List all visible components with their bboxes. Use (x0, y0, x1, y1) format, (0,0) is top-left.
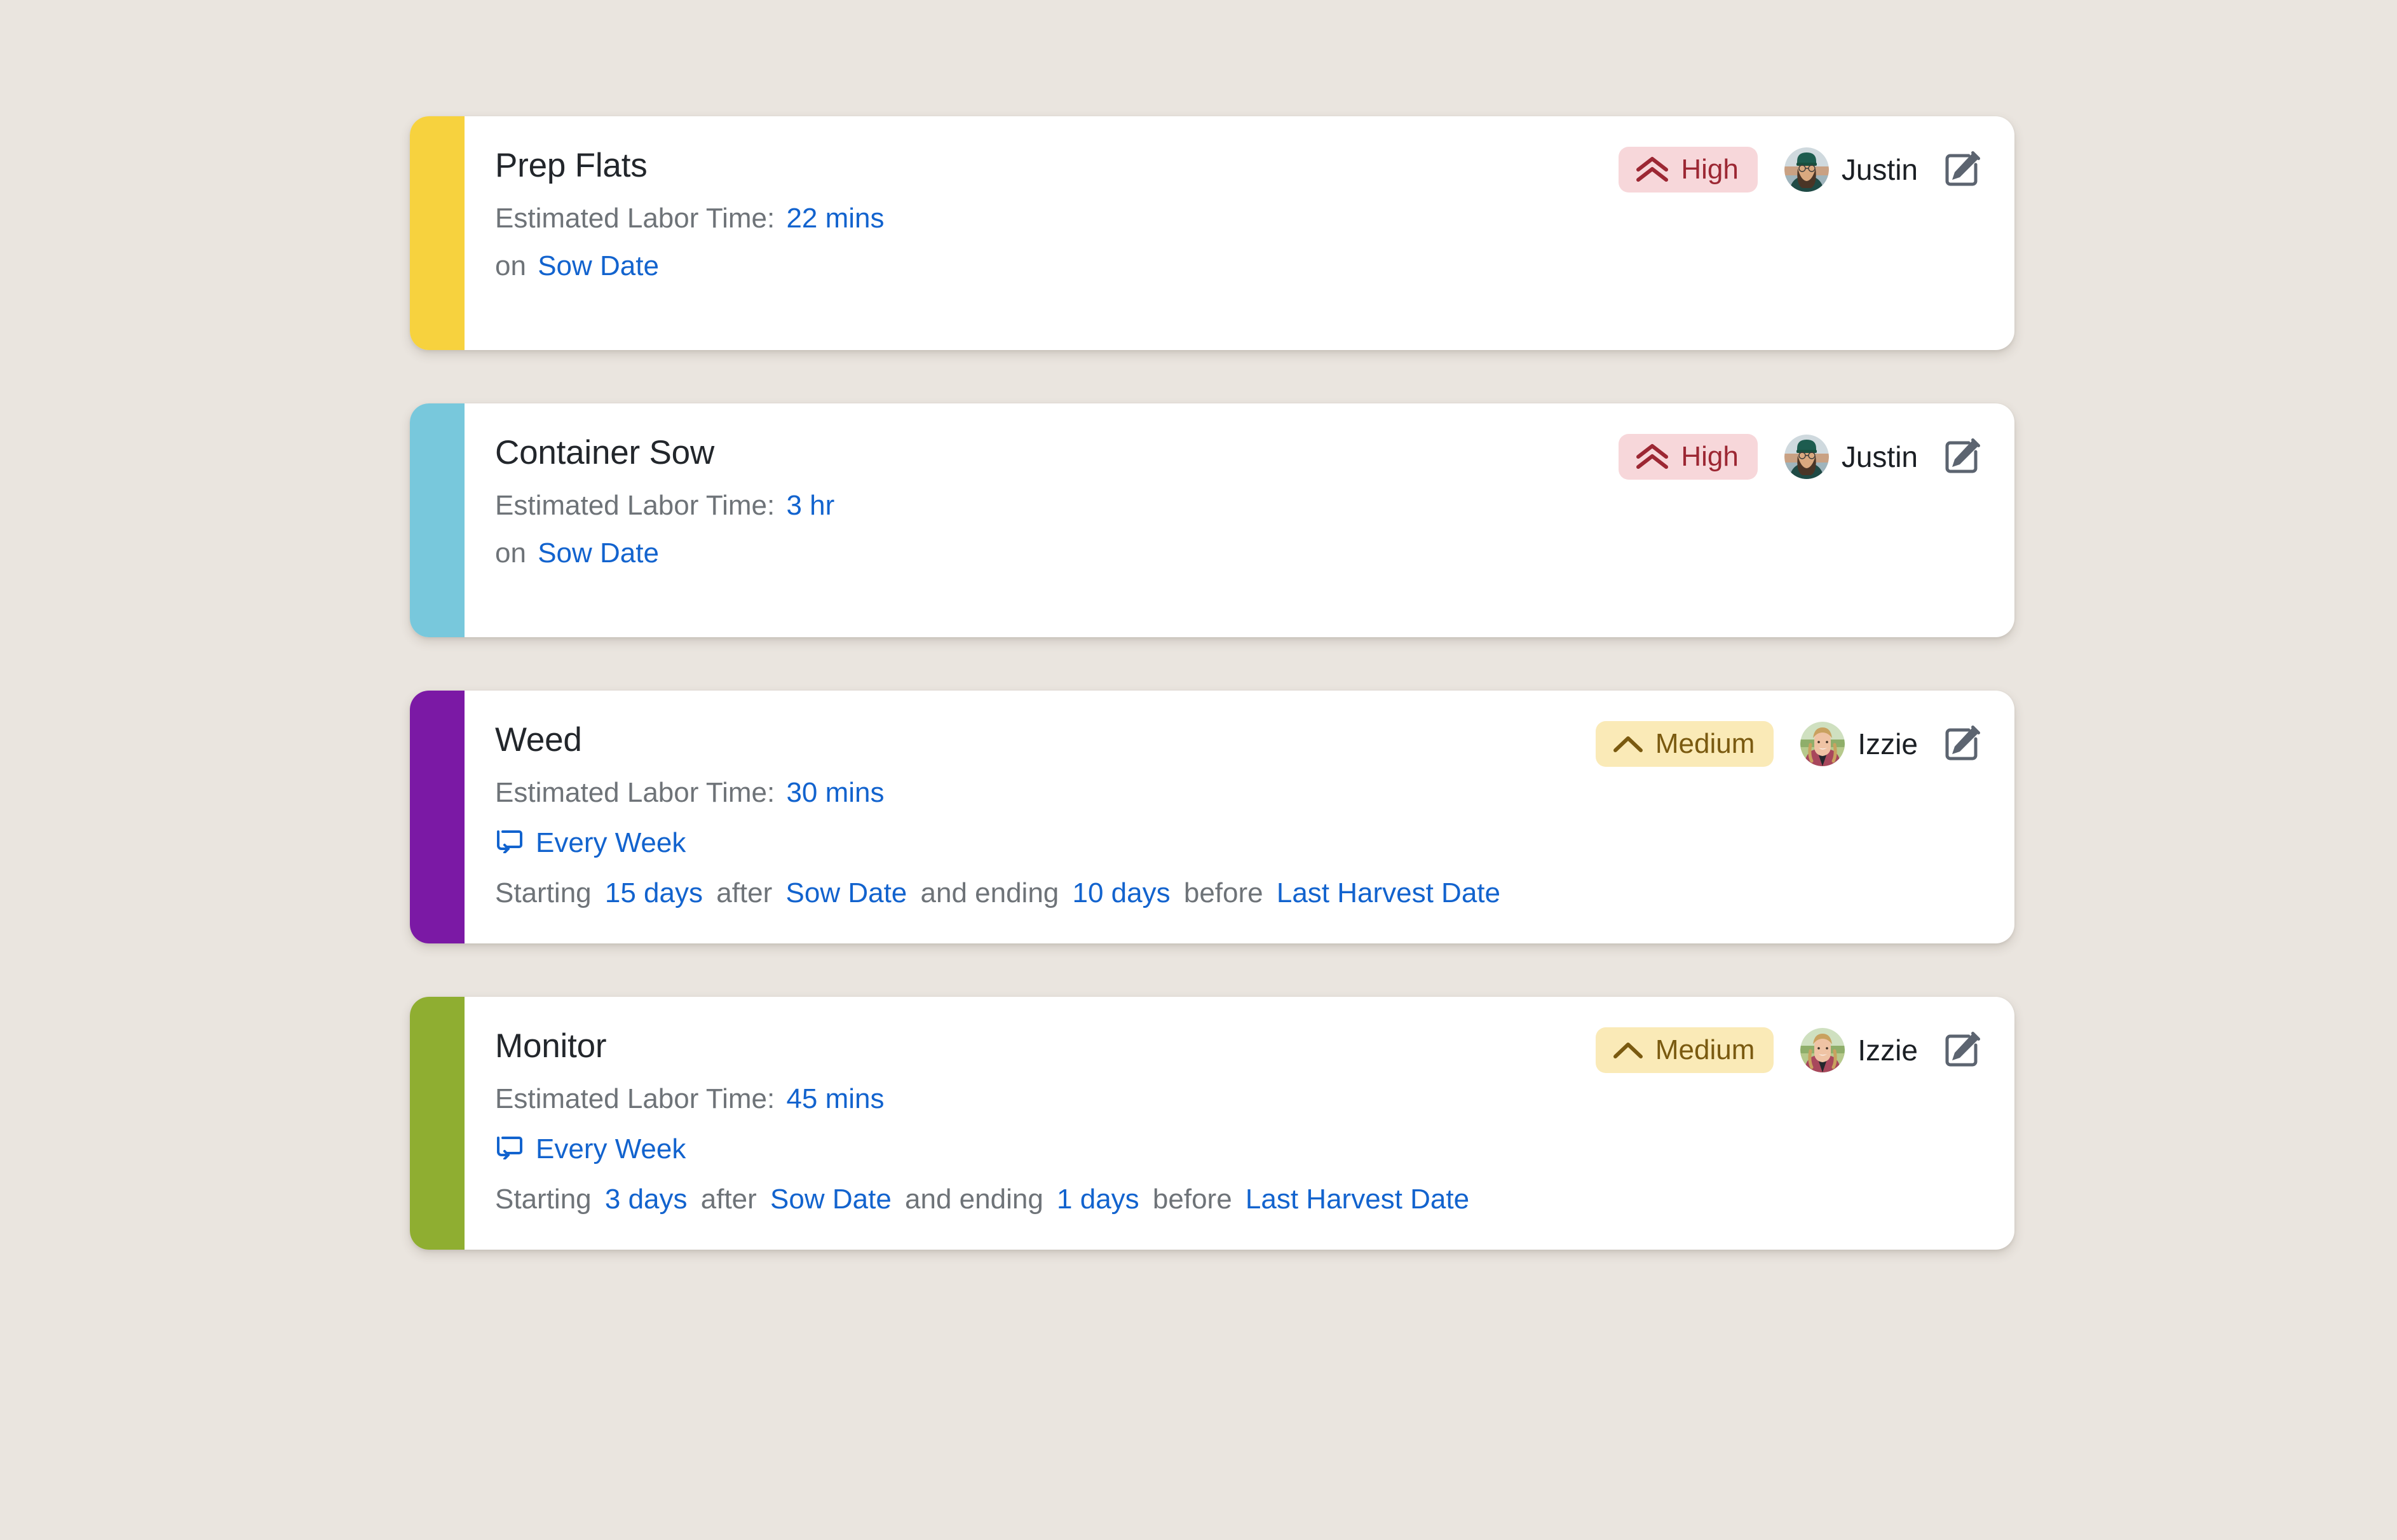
repeat-icon (495, 828, 523, 860)
task-assignee[interactable]: Izzie (1800, 1028, 1918, 1072)
task-labor-time-row: Estimated Labor Time: 45 mins (495, 1083, 1981, 1116)
end-offset[interactable]: 1 days (1057, 1184, 1139, 1215)
and-ending-label: and ending (920, 877, 1059, 909)
labor-time-label: Estimated Labor Time: (495, 490, 775, 522)
task-card-actions: Medium Izzie (1595, 1027, 1981, 1073)
avatar (1784, 147, 1829, 192)
schedule-anchor-date[interactable]: Sow Date (538, 250, 659, 281)
avatar (1800, 1028, 1845, 1072)
edit-task-button[interactable] (1942, 150, 1981, 189)
task-assignee[interactable]: Justin (1784, 435, 1918, 479)
task-assignee[interactable]: Justin (1784, 147, 1918, 192)
schedule-anchor-date[interactable]: Sow Date (538, 537, 659, 569)
after-label: after (716, 877, 773, 909)
task-color-stripe (410, 997, 465, 1250)
labor-time-label: Estimated Labor Time: (495, 203, 775, 234)
edit-pencil-icon (1942, 724, 1981, 764)
assignee-name: Justin (1841, 153, 1918, 186)
task-card[interactable]: Monitor Estimated Labor Time: 45 mins Ev… (410, 997, 2014, 1250)
and-ending-label: and ending (905, 1184, 1043, 1215)
assignee-name: Izzie (1857, 727, 1918, 760)
double-chevron-up-icon (1635, 443, 1669, 471)
priority-label: High (1681, 154, 1739, 185)
priority-badge-high[interactable]: High (1619, 434, 1758, 480)
labor-time-value[interactable]: 45 mins (786, 1083, 884, 1114)
chevron-up-icon (1612, 1040, 1644, 1060)
labor-time-label: Estimated Labor Time: (495, 1083, 775, 1115)
end-anchor-date[interactable]: Last Harvest Date (1246, 1184, 1469, 1215)
assignee-name: Justin (1841, 440, 1918, 473)
before-label: before (1152, 1184, 1232, 1215)
task-card-body: Container Sow Estimated Labor Time: 3 hr… (465, 403, 2014, 637)
task-labor-time-row: Estimated Labor Time: 3 hr (495, 489, 1981, 523)
task-card[interactable]: Prep Flats Estimated Labor Time: 22 mins… (410, 116, 2014, 350)
priority-badge-high[interactable]: High (1619, 147, 1758, 192)
edit-pencil-icon (1942, 1030, 1981, 1070)
task-card[interactable]: Container Sow Estimated Labor Time: 3 hr… (410, 403, 2014, 637)
task-color-stripe (410, 116, 465, 350)
task-card-body: Weed Estimated Labor Time: 30 mins Every… (465, 691, 2014, 943)
task-schedule-range: Starting 15 days after Sow Date and endi… (495, 877, 1981, 910)
edit-task-button[interactable] (1942, 1030, 1981, 1070)
start-offset[interactable]: 3 days (605, 1184, 688, 1215)
start-anchor-date[interactable]: Sow Date (770, 1184, 892, 1215)
starting-label: Starting (495, 1184, 592, 1215)
chevron-up-icon (1612, 734, 1644, 754)
edit-task-button[interactable] (1942, 437, 1981, 476)
task-color-stripe (410, 403, 465, 637)
end-offset[interactable]: 10 days (1073, 877, 1171, 908)
labor-time-value[interactable]: 22 mins (786, 203, 884, 234)
task-card-list: Prep Flats Estimated Labor Time: 22 mins… (410, 116, 2014, 1250)
task-labor-time-row: Estimated Labor Time: 30 mins (495, 776, 1981, 810)
edit-pencil-icon (1942, 150, 1981, 189)
before-label: before (1183, 877, 1263, 909)
labor-time-value[interactable]: 30 mins (786, 777, 884, 808)
labor-time-label: Estimated Labor Time: (495, 777, 775, 809)
task-schedule-range: Starting 3 days after Sow Date and endin… (495, 1183, 1981, 1217)
recurrence-label: Every Week (536, 1133, 686, 1165)
task-recurrence[interactable]: Every Week (495, 825, 1981, 860)
task-color-stripe (410, 691, 465, 943)
task-card-actions: Medium Izzie (1595, 721, 1981, 767)
schedule-on-label: on (495, 250, 526, 282)
task-labor-time-row: Estimated Labor Time: 22 mins (495, 202, 1981, 236)
double-chevron-up-icon (1635, 156, 1669, 184)
start-anchor-date[interactable]: Sow Date (786, 877, 907, 908)
labor-time-value[interactable]: 3 hr (786, 490, 834, 521)
task-card-actions: High Justin (1619, 434, 1981, 480)
assignee-name: Izzie (1857, 1034, 1918, 1067)
task-recurrence[interactable]: Every Week (495, 1131, 1981, 1166)
start-offset[interactable]: 15 days (605, 877, 703, 908)
priority-label: Medium (1655, 728, 1755, 759)
repeat-icon (495, 1134, 523, 1166)
edit-task-button[interactable] (1942, 724, 1981, 764)
schedule-on-label: on (495, 537, 526, 569)
task-schedule-simple: on Sow Date (495, 250, 1981, 283)
avatar (1800, 722, 1845, 766)
task-card[interactable]: Weed Estimated Labor Time: 30 mins Every… (410, 691, 2014, 943)
task-schedule-simple: on Sow Date (495, 537, 1981, 571)
avatar (1784, 435, 1829, 479)
edit-pencil-icon (1942, 437, 1981, 476)
priority-label: Medium (1655, 1034, 1755, 1065)
priority-badge-medium[interactable]: Medium (1595, 1027, 1774, 1073)
task-assignee[interactable]: Izzie (1800, 722, 1918, 766)
task-card-body: Monitor Estimated Labor Time: 45 mins Ev… (465, 997, 2014, 1250)
priority-label: High (1681, 441, 1739, 472)
end-anchor-date[interactable]: Last Harvest Date (1277, 877, 1500, 908)
priority-badge-medium[interactable]: Medium (1595, 721, 1774, 767)
after-label: after (700, 1184, 757, 1215)
starting-label: Starting (495, 877, 592, 909)
task-card-actions: High Justin (1619, 147, 1981, 192)
task-card-body: Prep Flats Estimated Labor Time: 22 mins… (465, 116, 2014, 350)
recurrence-label: Every Week (536, 827, 686, 858)
